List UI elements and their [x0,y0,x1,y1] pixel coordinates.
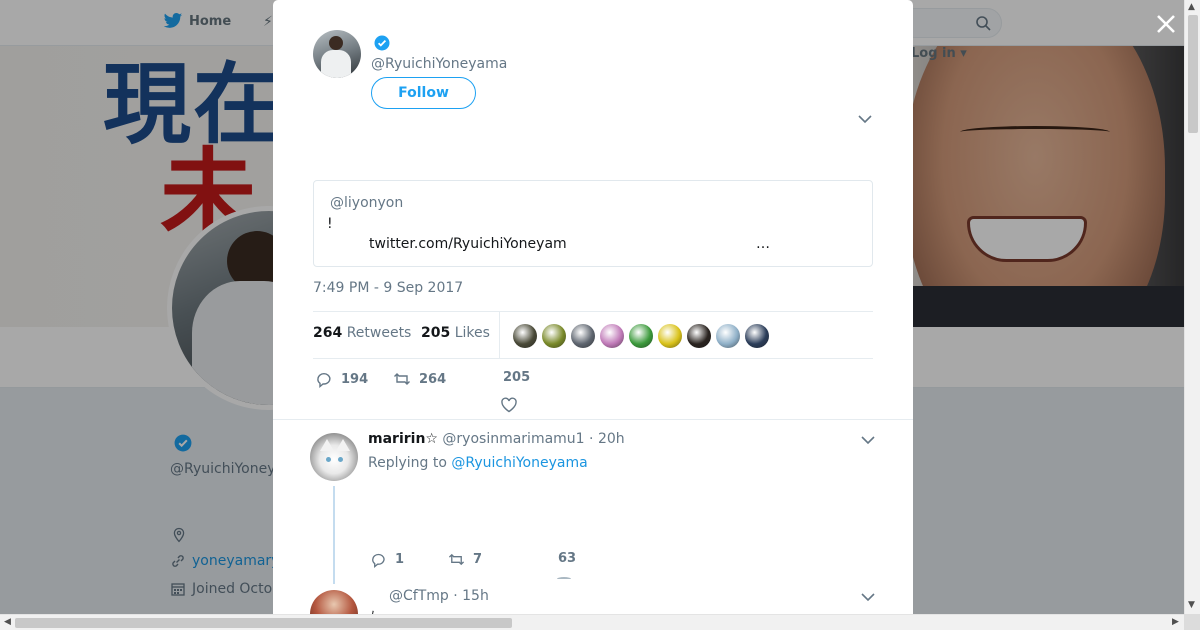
scrollbar-corner [1184,614,1200,630]
retweet-button[interactable]: 264 [393,370,446,388]
reply-author-handle[interactable]: @CfTmp [389,588,449,604]
reply-icon [317,373,331,388]
scroll-left-icon[interactable]: ◀ [4,617,11,627]
liker-avatar[interactable] [658,324,682,348]
scrollbar-thumb[interactable] [15,618,512,628]
reply-avatar[interactable] [310,590,358,614]
follow-button[interactable]: Follow [371,77,476,109]
tweet-actions: 194 264 205 [313,370,873,392]
stats-divider [499,312,500,358]
liker-avatar[interactable] [716,324,740,348]
thread-line [333,486,335,584]
scroll-right-icon[interactable]: ▶ [1172,617,1179,627]
scroll-up-icon[interactable]: ▲ [1188,2,1195,12]
tweet-stats: 264 Retweets 205 Likes [313,311,873,359]
reply-icon [372,553,385,568]
chevron-down-icon[interactable] [858,114,872,124]
close-icon[interactable] [1153,11,1179,37]
reply-author-handle[interactable]: @ryosinmarimamu1 [442,431,584,447]
quoted-tweet-link[interactable]: twitter.com/RyuichiYoneyam [369,236,567,252]
quoted-tweet[interactable]: @liyonyon ! twitter.com/RyuichiYoneyam … [313,180,873,267]
liker-avatar[interactable] [513,324,537,348]
retweet-stat[interactable]: 264 Retweets [313,325,411,341]
heart-icon[interactable] [500,396,518,414]
reply-button[interactable]: 194 [315,370,368,388]
reply-text: ﾉ [368,606,375,614]
like-count[interactable]: 205 [503,370,530,385]
reply-actions: 1 7 63 [368,551,828,571]
tweet-author-handle[interactable]: @RyuichiYoneyama [371,56,507,72]
reply-like-count[interactable]: 63 [558,551,576,566]
vertical-scrollbar[interactable]: ▲ ▼ [1184,0,1200,614]
reply-time[interactable]: · 20h [589,431,625,447]
reply-avatar[interactable] [310,433,358,481]
liker-avatar[interactable] [745,324,769,348]
reply-reply-button[interactable]: 1 [370,551,404,568]
chevron-down-icon[interactable] [861,435,875,445]
quoted-tweet-ellipsis: … [756,236,770,252]
retweet-icon [448,553,465,566]
liker-avatar[interactable] [571,324,595,348]
likes-stat[interactable]: 205 Likes [421,325,490,341]
tweet-author-avatar[interactable] [313,30,361,78]
chevron-down-icon[interactable] [861,592,875,602]
verified-badge-icon [374,35,390,51]
liker-avatar[interactable] [629,324,653,348]
reply-author-name[interactable]: maririn☆ [368,431,438,447]
heart-icon[interactable] [557,577,571,581]
reply-time[interactable]: · 15h [453,588,489,604]
replying-to: Replying to @RyuichiYoneyama [368,455,588,471]
scrollbar-thumb[interactable] [1188,15,1198,133]
liker-avatar[interactable] [600,324,624,348]
horizontal-scrollbar[interactable]: ◀ ▶ [0,614,1184,630]
reply-header: maririn☆ @ryosinmarimamu1 · 20h [368,431,625,447]
divider [273,419,913,420]
reply-header: @CfTmp · 15h [389,588,489,604]
quoted-tweet-text: ! [327,216,333,232]
quoted-tweet-handle: @liyonyon [330,195,404,211]
scroll-down-icon[interactable]: ▼ [1188,600,1195,610]
replying-to-link[interactable]: @RyuichiYoneyama [451,455,587,471]
liker-avatar[interactable] [687,324,711,348]
reply-retweet-button[interactable]: 7 [448,551,482,568]
liker-avatar[interactable] [542,324,566,348]
retweet-icon [394,373,410,385]
tweet-modal: @RyuichiYoneyama Follow @liyonyon ! twit… [273,0,913,614]
tweet-timestamp[interactable]: 7:49 PM - 9 Sep 2017 [313,280,463,296]
